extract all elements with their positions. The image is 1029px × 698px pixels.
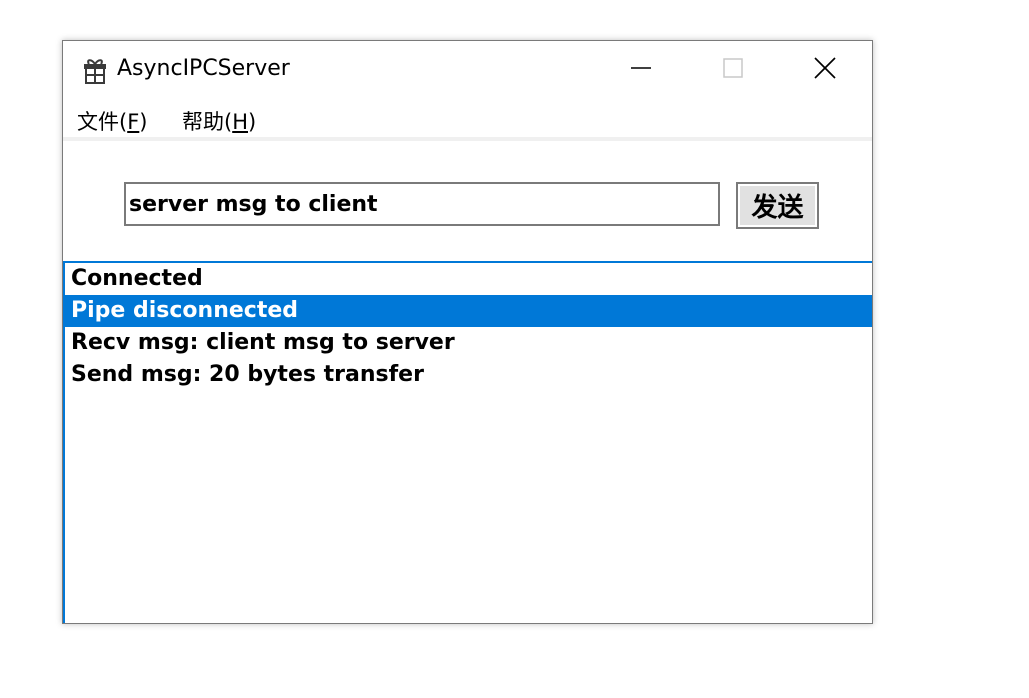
menu-help[interactable]: 帮助(H) — [182, 106, 256, 136]
log-item[interactable]: Connected — [65, 263, 872, 295]
close-button[interactable] — [779, 41, 871, 99]
minimize-icon — [630, 57, 652, 83]
menu-bar: 文件(F) 帮助(H) — [63, 99, 872, 137]
app-window: AsyncIPCServer 文件(F) 帮助(H) 发送 — [62, 40, 873, 624]
send-button[interactable]: 发送 — [736, 182, 819, 229]
menu-file[interactable]: 文件(F) — [77, 106, 148, 136]
gift-icon — [83, 57, 107, 85]
client-area: 发送 Connected Pipe disconnected Recv msg:… — [63, 141, 872, 623]
window-title: AsyncIPCServer — [117, 56, 290, 81]
title-bar[interactable]: AsyncIPCServer — [63, 41, 872, 99]
message-input[interactable] — [124, 182, 720, 226]
maximize-button[interactable] — [687, 41, 779, 99]
log-item[interactable]: Send msg: 20 bytes transfer — [65, 359, 872, 391]
log-item[interactable]: Recv msg: client msg to server — [65, 327, 872, 359]
minimize-button[interactable] — [595, 41, 687, 99]
maximize-icon — [722, 57, 744, 83]
log-item-selected[interactable]: Pipe disconnected — [65, 295, 872, 327]
close-icon — [813, 56, 837, 84]
message-log-list[interactable]: Connected Pipe disconnected Recv msg: cl… — [63, 261, 872, 623]
